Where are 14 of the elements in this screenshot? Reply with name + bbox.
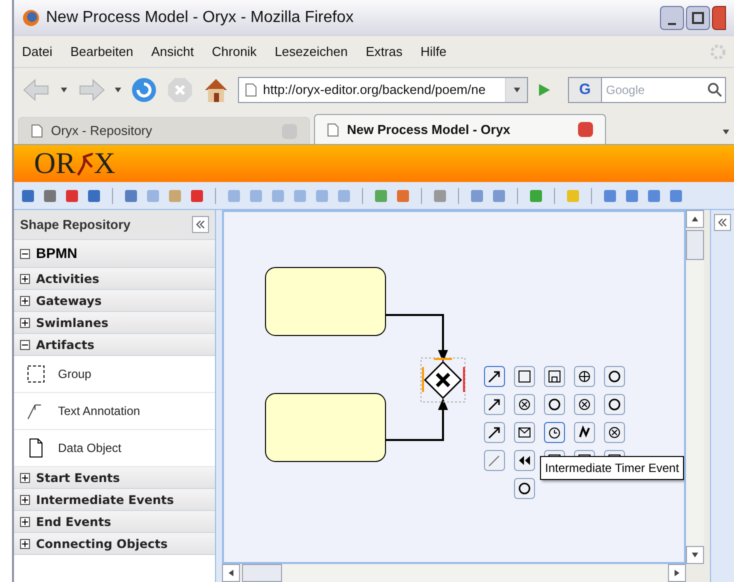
logo-text: OR: [34, 148, 76, 178]
category-label: BPMN: [36, 244, 78, 263]
logo-text: X: [94, 148, 116, 178]
category-label: Connecting Objects: [36, 536, 168, 552]
window-title: New Process Model - Oryx - Mozilla Firefox: [46, 8, 354, 28]
category-label: Swimlanes: [36, 314, 108, 332]
category-label: Activities: [36, 270, 100, 288]
panel-title: Shape Repository: [20, 216, 131, 234]
category-label: End Events: [36, 514, 112, 530]
category-label: Artifacts: [36, 336, 94, 354]
category-label: Gateways: [36, 292, 102, 310]
category-label: Intermediate Events: [36, 492, 174, 508]
category-label: Start Events: [36, 470, 120, 486]
tooltip: Intermediate Timer Event: [540, 456, 684, 480]
